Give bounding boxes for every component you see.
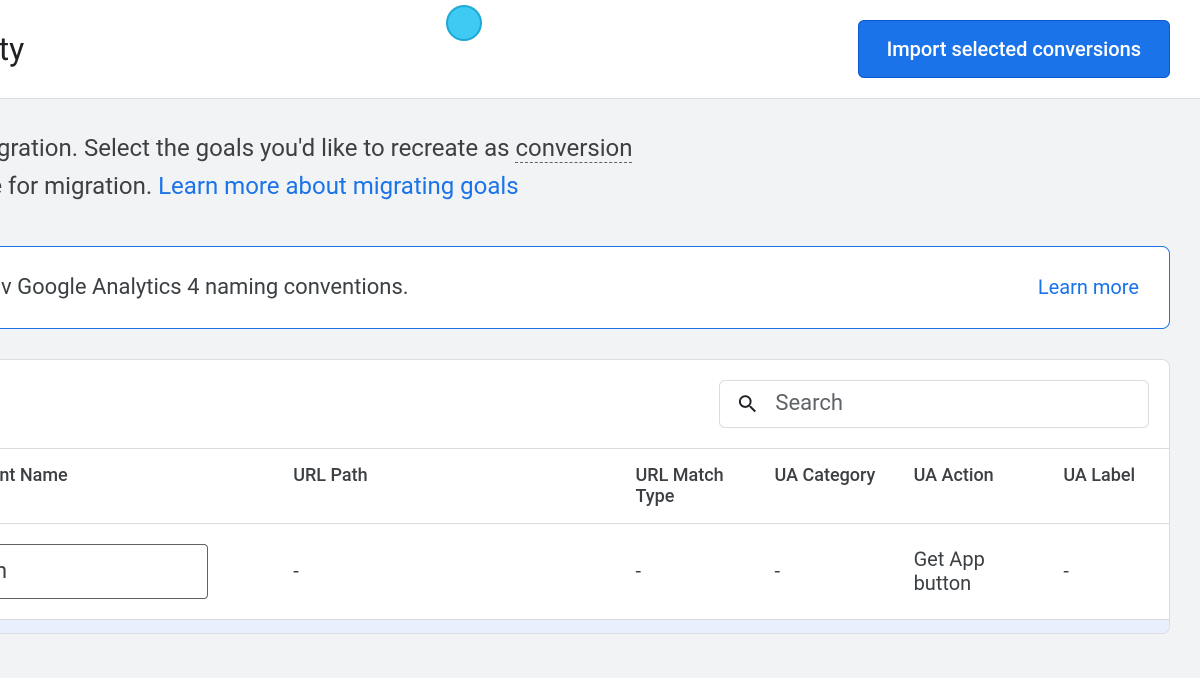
col-ua-category: UA Category [763, 448, 902, 523]
col-ua-label: UA Label [1051, 448, 1169, 523]
description-text-1: migration. Select the goals you'd like t… [0, 134, 515, 162]
description-text-2: ble for migration. [0, 172, 158, 200]
page-header: erty Import selected conversions [0, 0, 1200, 98]
cell-url-path: - [281, 523, 623, 619]
goals-table-card: Event Name URL Path URL Match Type UA Ca… [0, 359, 1170, 635]
table-toolbar [0, 360, 1169, 448]
col-event-name: Event Name [0, 448, 281, 523]
naming-conventions-banner: v Google Analytics 4 naming conventions.… [0, 246, 1170, 329]
import-conversions-button[interactable]: Import selected conversions [858, 20, 1170, 78]
search-icon [736, 391, 759, 417]
search-input[interactable] [775, 391, 1132, 416]
cell-event-name [0, 523, 281, 619]
col-url-path: URL Path [281, 448, 623, 523]
conversion-term[interactable]: conversion [515, 134, 632, 163]
event-name-input[interactable] [0, 544, 208, 599]
table-row: - - - Get App button - [0, 523, 1169, 619]
content-area: migration. Select the goals you'd like t… [0, 98, 1200, 678]
col-url-match-type: URL Match Type [623, 448, 762, 523]
search-box[interactable] [719, 380, 1149, 428]
migration-description: migration. Select the goals you'd like t… [0, 129, 1170, 206]
cell-url-match-type: - [623, 523, 762, 619]
highlight-row [0, 619, 1169, 633]
learn-more-goals-link[interactable]: Learn more about migrating goals [158, 172, 519, 200]
banner-learn-more-link[interactable]: Learn more [1038, 275, 1139, 299]
cell-ua-action: Get App button [902, 523, 1052, 619]
cell-ua-category: - [763, 523, 902, 619]
col-ua-action: UA Action [902, 448, 1052, 523]
page-title: erty [0, 30, 24, 68]
indicator-dot [446, 5, 482, 41]
cell-ua-label: - [1051, 523, 1169, 619]
goals-table: Event Name URL Path URL Match Type UA Ca… [0, 448, 1169, 634]
table-header-row: Event Name URL Path URL Match Type UA Ca… [0, 448, 1169, 523]
banner-text: v Google Analytics 4 naming conventions. [1, 275, 409, 300]
